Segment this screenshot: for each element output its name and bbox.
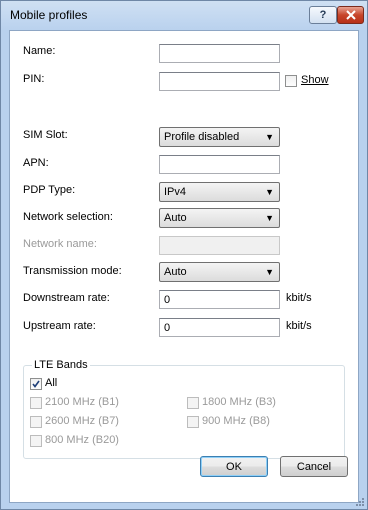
title-bar[interactable]: Mobile profiles ? <box>1 1 367 30</box>
lte-band-b3-label: 1800 MHz (B3) <box>202 396 276 408</box>
transmission-mode-select[interactable]: Auto ▼ <box>159 262 280 282</box>
upstream-unit: kbit/s <box>286 320 312 332</box>
lte-band-b7-label: 2600 MHz (B7) <box>45 415 119 427</box>
pin-label: PIN: <box>23 73 45 85</box>
chevron-down-icon: ▼ <box>265 187 274 197</box>
lte-band-b20-checkbox[interactable] <box>30 435 42 447</box>
lte-band-b20-label: 800 MHz (B20) <box>45 434 119 446</box>
transmission-mode-value: Auto <box>164 266 187 278</box>
sim-slot-label: SIM Slot: <box>23 129 68 141</box>
lte-all-label[interactable]: All <box>45 377 57 389</box>
upstream-rate-input[interactable] <box>159 318 280 337</box>
sim-slot-select[interactable]: Profile disabled ▼ <box>159 127 280 147</box>
lte-band-b1-checkbox[interactable] <box>30 397 42 409</box>
resize-grip-icon[interactable] <box>355 497 365 507</box>
lte-band-b1-label: 2100 MHz (B1) <box>45 396 119 408</box>
chevron-down-icon: ▼ <box>265 213 274 223</box>
downstream-rate-input[interactable] <box>159 290 280 309</box>
pdp-type-value: IPv4 <box>164 186 187 198</box>
dialog-window: Mobile profiles ? Name: PIN: Show SIM Sl… <box>0 0 368 510</box>
lte-band-b3-checkbox[interactable] <box>187 397 199 409</box>
network-selection-label: Network selection: <box>23 211 113 223</box>
cancel-button[interactable]: Cancel <box>280 456 348 477</box>
network-selection-value: Auto <box>164 212 187 224</box>
help-icon: ? <box>319 9 327 21</box>
show-pin-checkbox[interactable] <box>285 75 297 87</box>
network-selection-select[interactable]: Auto ▼ <box>159 208 280 228</box>
dialog-client-area: Name: PIN: Show SIM Slot: Profile disabl… <box>9 30 359 503</box>
pin-input[interactable] <box>159 72 280 91</box>
pdp-type-label: PDP Type: <box>23 184 76 196</box>
lte-all-checkbox[interactable] <box>30 378 42 390</box>
transmission-mode-label: Transmission mode: <box>23 265 122 277</box>
lte-band-b8-label: 900 MHz (B8) <box>202 415 270 427</box>
apn-label: APN: <box>23 157 49 169</box>
lte-band-b8-checkbox[interactable] <box>187 416 199 428</box>
ok-button[interactable]: OK <box>200 456 268 477</box>
lte-bands-title: LTE Bands <box>32 359 90 371</box>
network-name-label: Network name: <box>23 238 97 250</box>
apn-input[interactable] <box>159 155 280 174</box>
check-icon <box>32 380 40 388</box>
close-icon <box>345 10 356 20</box>
pdp-type-select[interactable]: IPv4 ▼ <box>159 182 280 202</box>
sim-slot-value: Profile disabled <box>164 131 240 143</box>
show-pin-label[interactable]: Show <box>301 74 329 86</box>
downstream-rate-label: Downstream rate: <box>23 292 110 304</box>
help-button[interactable]: ? <box>309 6 337 24</box>
downstream-unit: kbit/s <box>286 292 312 304</box>
upstream-rate-label: Upstream rate: <box>23 320 96 332</box>
close-button[interactable] <box>337 6 364 24</box>
lte-band-b7-checkbox[interactable] <box>30 416 42 428</box>
chevron-down-icon: ▼ <box>265 267 274 277</box>
lte-bands-group: LTE Bands All 2100 MHz (B1) 1800 MHz (B3… <box>23 359 345 459</box>
chevron-down-icon: ▼ <box>265 132 274 142</box>
window-title: Mobile profiles <box>10 8 88 22</box>
name-input[interactable] <box>159 44 280 63</box>
name-label: Name: <box>23 45 56 57</box>
network-name-input[interactable] <box>159 236 280 255</box>
